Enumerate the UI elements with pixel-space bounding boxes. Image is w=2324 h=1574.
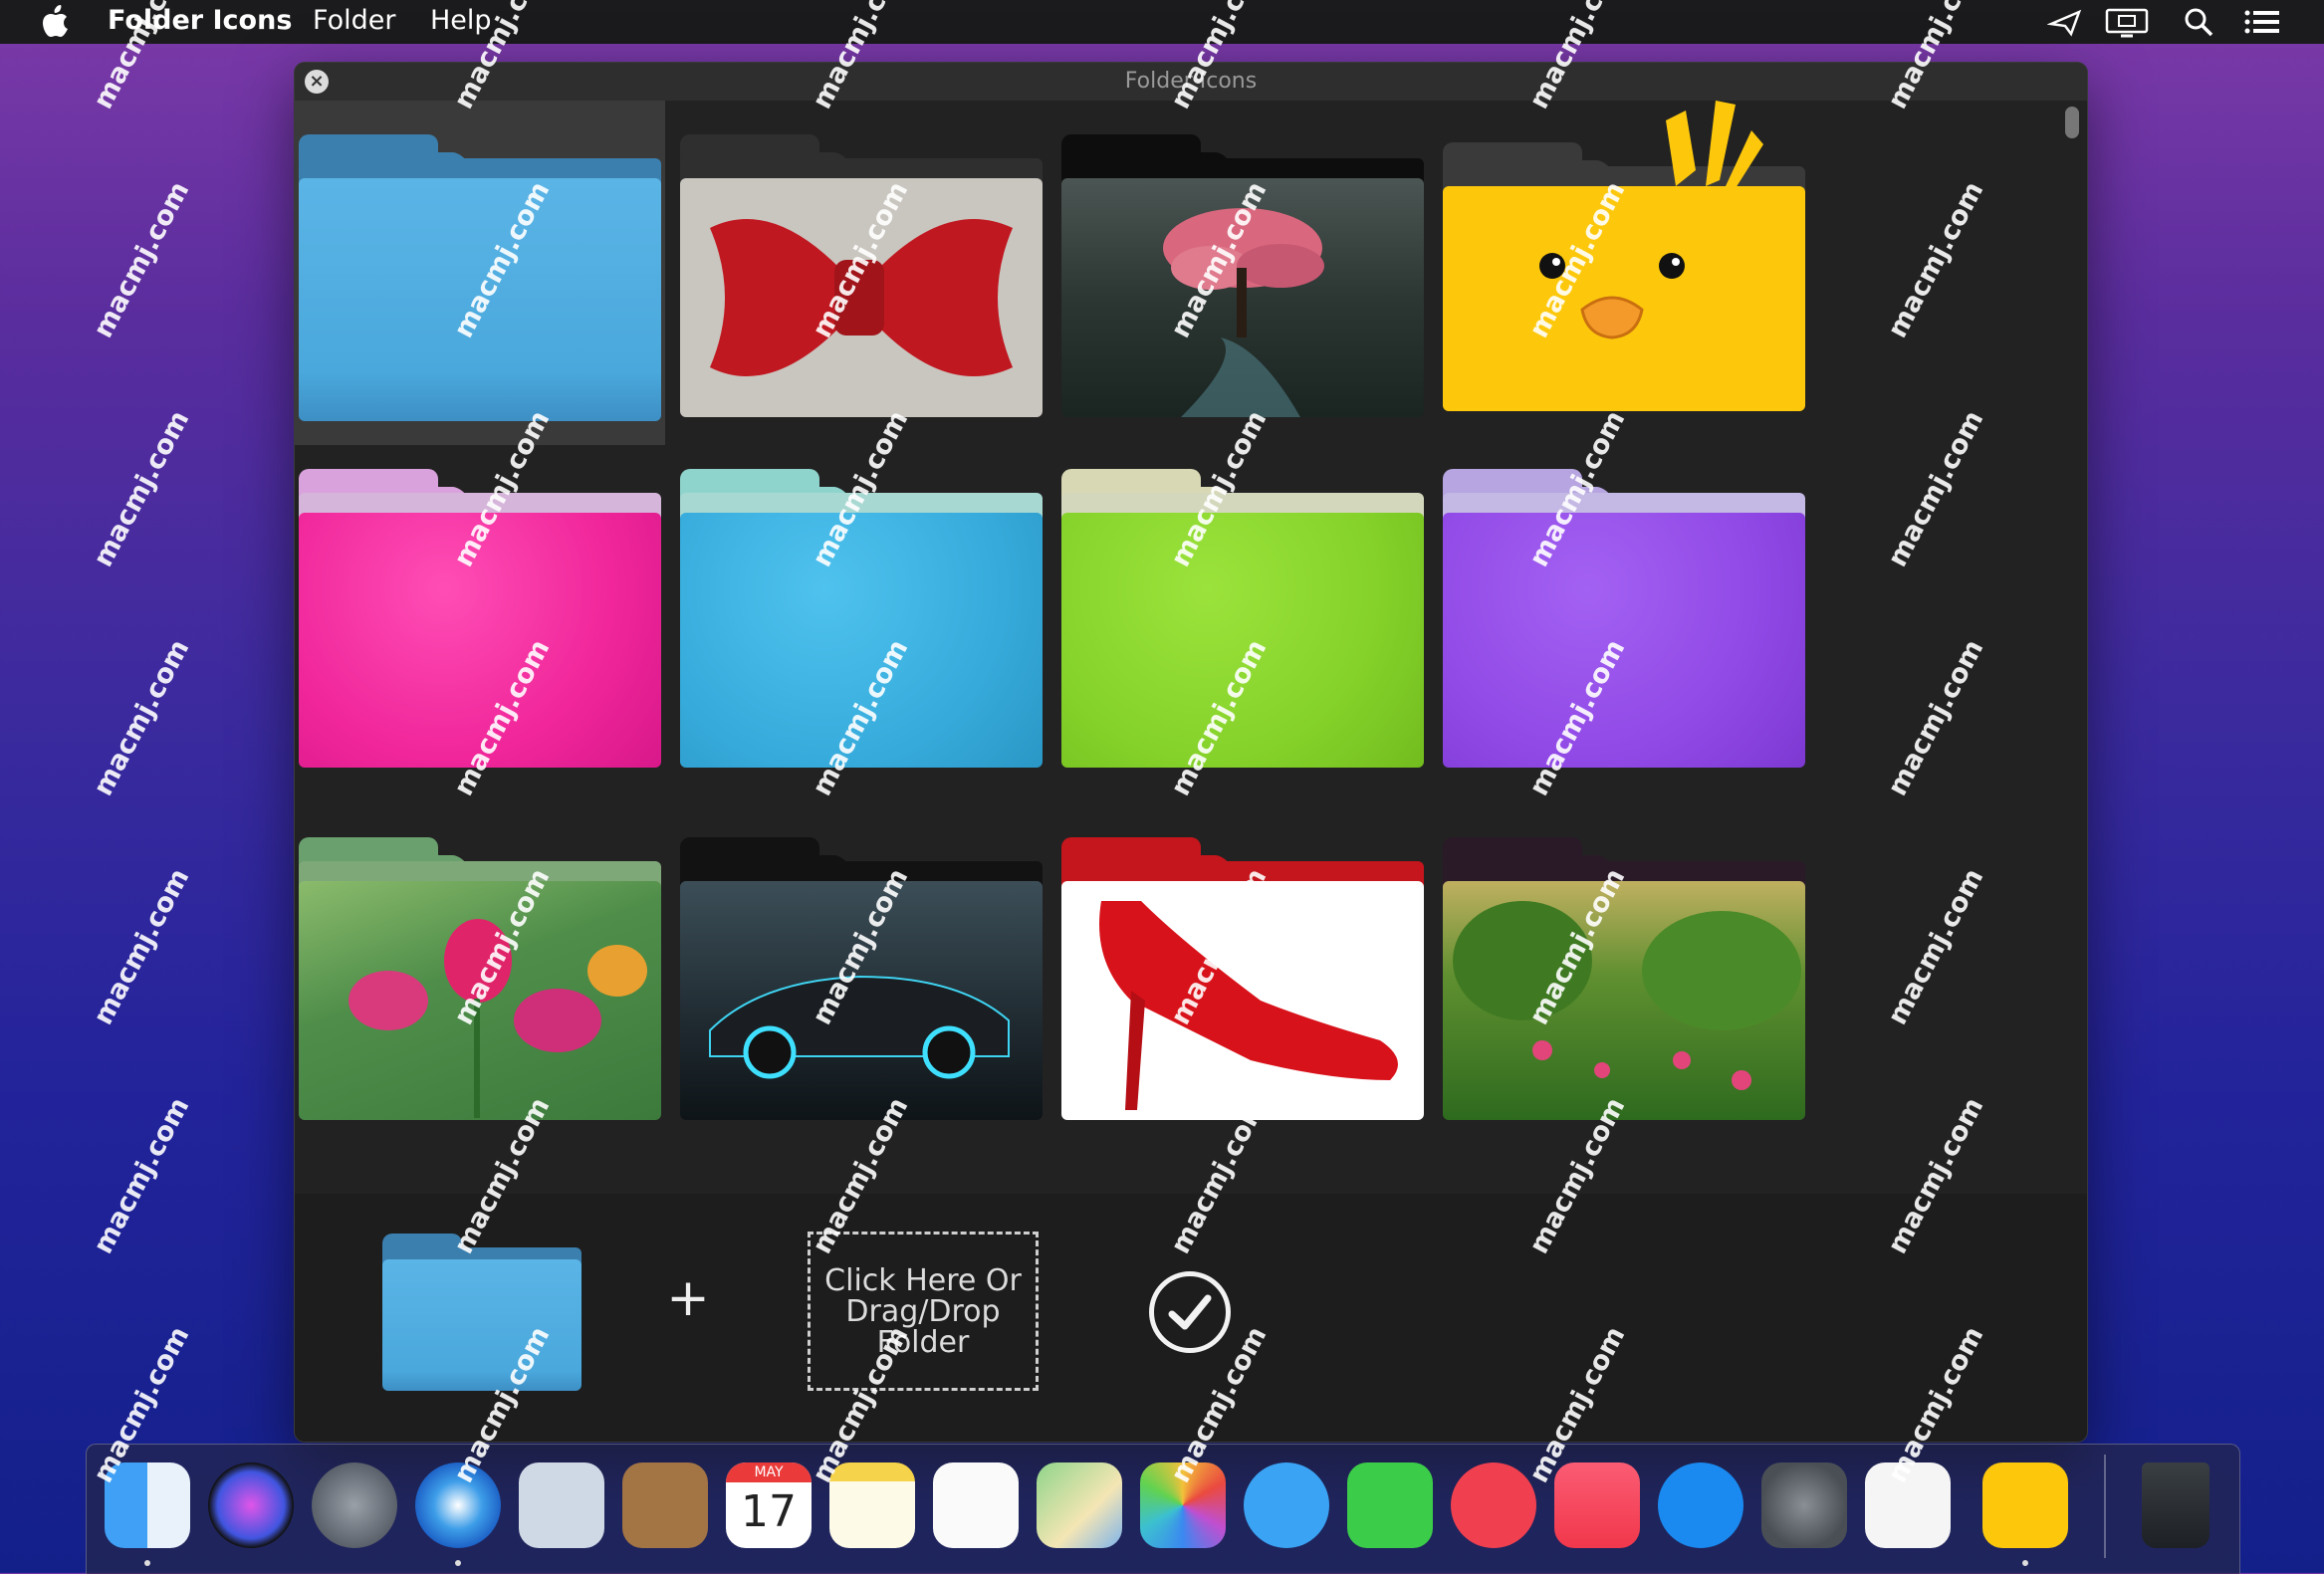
dock: MAY 17 [86,1444,2240,1574]
calendar-icon[interactable]: MAY 17 [726,1462,812,1548]
dock-divider [2104,1455,2106,1558]
apply-checkmark-button[interactable] [1149,1271,1231,1353]
notes-icon[interactable] [829,1462,915,1548]
spotlight-search-icon[interactable] [2183,4,2214,40]
icon-cell-blue-leather[interactable] [676,469,1046,813]
notification-center-icon[interactable] [2242,4,2282,40]
icon-cell-garden[interactable] [1439,837,1809,1182]
close-button[interactable]: × [305,70,329,94]
siri-icon[interactable] [208,1462,294,1548]
menu-help[interactable]: Help [430,5,492,36]
add-button[interactable]: + [663,1272,713,1324]
icon-cell-blue-default[interactable] [295,101,665,445]
system-preferences-icon[interactable] [1761,1462,1847,1548]
safari-icon[interactable] [415,1462,501,1548]
watermark-text: macmj.com [88,1092,196,1259]
watermark-text: macmj.com [88,176,196,343]
launchpad-icon[interactable] [312,1462,397,1548]
menu-app-name[interactable]: Folder Icons [108,5,292,36]
mail-icon[interactable] [519,1462,604,1548]
apple-logo-icon[interactable] [40,5,70,39]
watermark-text: macmj.com [88,405,196,572]
menu-bar: Folder Icons Folder Help [0,0,2324,44]
calendar-day: 17 [741,1486,797,1537]
music-icon[interactable] [1554,1462,1640,1548]
photos-icon[interactable] [1140,1462,1226,1548]
display-mirroring-icon[interactable] [2103,4,2151,40]
send-icon[interactable] [2047,4,2083,40]
contacts-icon[interactable] [622,1462,708,1548]
messages-icon[interactable] [1244,1462,1329,1548]
app-store-icon[interactable] [1658,1462,1743,1548]
reminders-icon[interactable] [933,1462,1019,1548]
icon-cell-yellow-duck[interactable] [1439,101,1809,445]
icon-cell-cherry-tree[interactable] [1057,101,1428,445]
watermark-text: macmj.com [88,634,196,801]
bottom-panel: + Click Here Or Drag/Drop Folder [295,1194,2087,1442]
title-bar: × Folder Icons [295,63,2087,102]
icon-cell-tulips[interactable] [295,837,665,1182]
maps-icon[interactable] [1037,1462,1122,1548]
folder-icons-app-icon[interactable] [1982,1462,2068,1548]
icon-cell-red-bowtie[interactable] [676,101,1046,445]
icon-cell-sports-car[interactable] [676,837,1046,1182]
news-icon[interactable] [1451,1462,1536,1548]
icon-grid [295,101,2087,1194]
window-title: Folder Icons [1124,69,1258,94]
drop-zone-label: Click Here Or Drag/Drop Folder [824,1262,1022,1360]
finder-icon[interactable] [105,1462,190,1548]
textedit-icon[interactable] [1865,1462,1951,1548]
facetime-icon[interactable] [1347,1462,1433,1548]
watermark-text: macmj.com [88,863,196,1030]
icon-cell-purple-leather[interactable] [1439,469,1809,813]
folder-drop-zone[interactable]: Click Here Or Drag/Drop Folder [808,1232,1039,1391]
trash-icon[interactable] [2142,1462,2209,1548]
icon-cell-green-leather[interactable] [1057,469,1428,813]
calendar-month: MAY [726,1462,812,1482]
icon-cell-red-heel[interactable] [1057,837,1428,1182]
menu-folder[interactable]: Folder [313,5,395,36]
scrollbar[interactable] [2065,107,2079,138]
icon-cell-pink-leather[interactable] [295,469,665,813]
app-window: × Folder Icons + Click Here Or Drag/Drop… [295,63,2087,1442]
checkmark-icon [1168,1294,1212,1330]
